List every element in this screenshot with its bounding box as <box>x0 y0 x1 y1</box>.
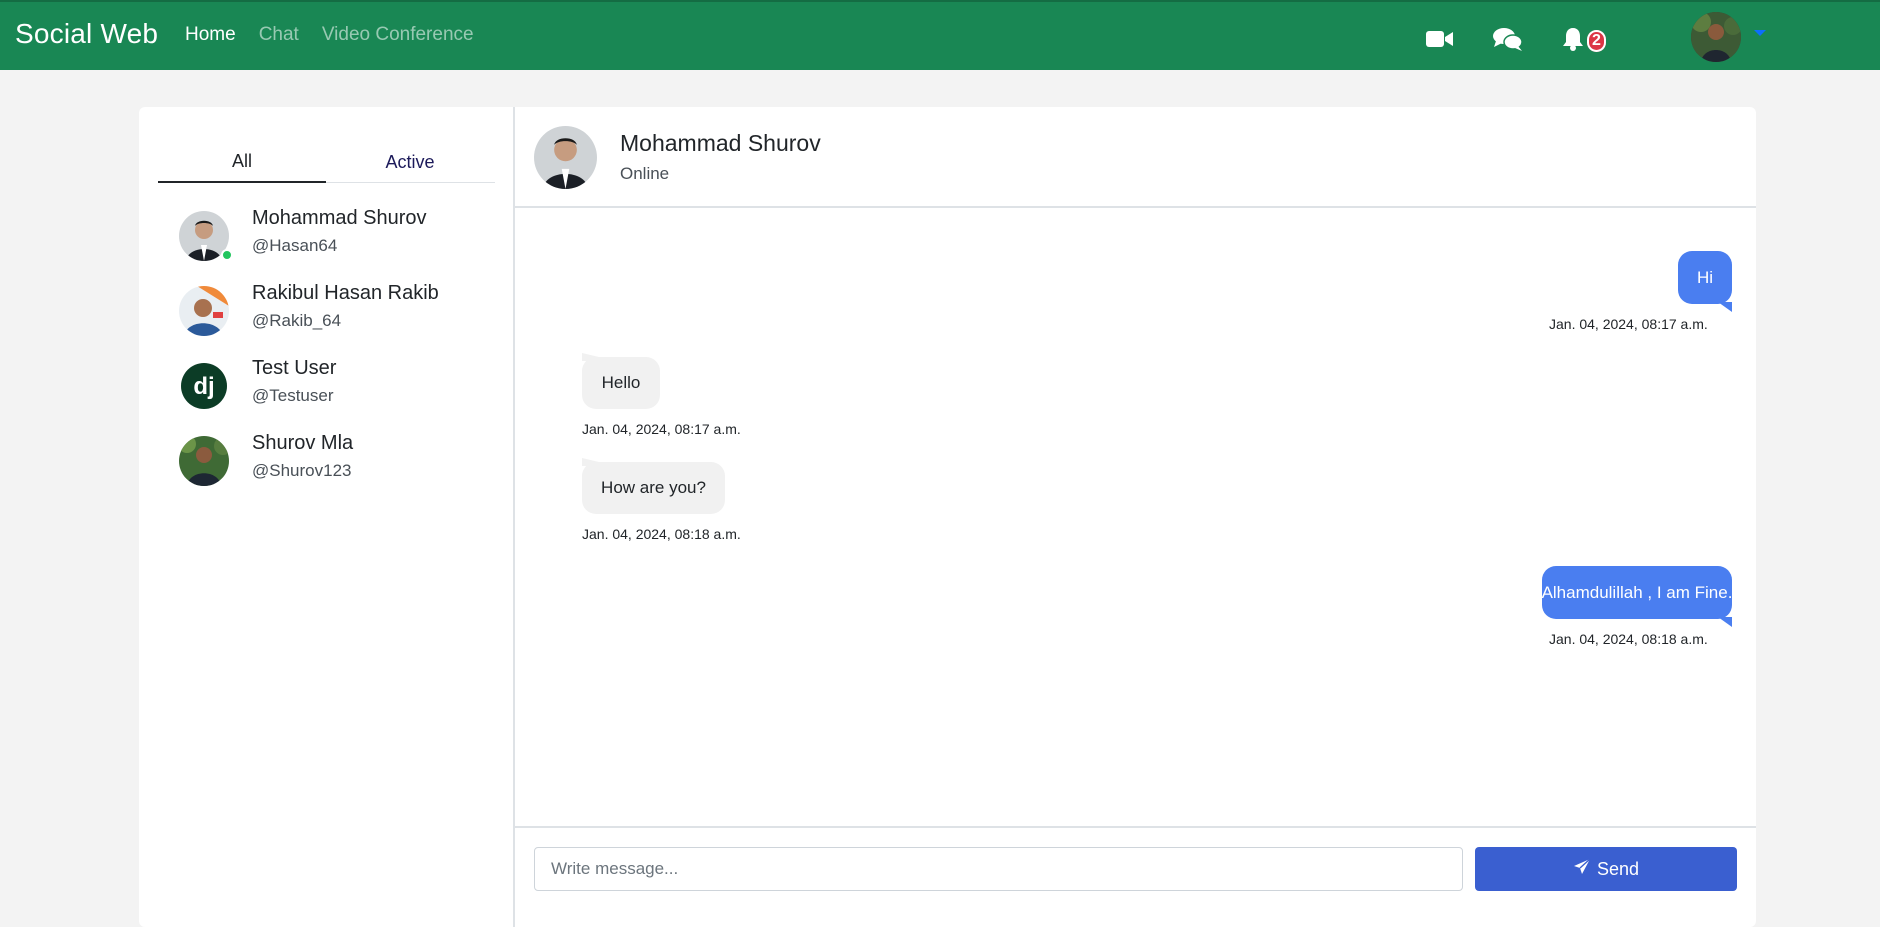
contact-item[interactable]: Shurov Mla @Shurov123 <box>179 431 499 491</box>
send-button-label: Send <box>1596 858 1640 879</box>
tab-active[interactable]: Active <box>326 141 494 183</box>
svg-text:dj: dj <box>193 373 214 400</box>
contact-name: Shurov Mla <box>252 432 354 454</box>
paper-plane-icon <box>1573 857 1591 881</box>
contact-name: Mohammad Shurov <box>252 207 427 229</box>
message-bubble-incoming: How are you? <box>582 458 725 514</box>
contact-tabs: All Active <box>158 141 495 183</box>
message-timestamp: Jan. 04, 2024, 08:18 a.m. <box>1549 631 1708 647</box>
message-timestamp: Jan. 04, 2024, 08:18 a.m. <box>582 526 741 542</box>
contact-name: Rakibul Hasan Rakib <box>252 282 439 304</box>
send-button[interactable]: Send <box>1475 847 1737 891</box>
nav-link-video-conference[interactable]: Video Conference <box>322 24 474 46</box>
chat-partner-status: Online <box>620 164 670 183</box>
message-bubble-outgoing: Alhamdulillah , I am Fine. <box>1542 566 1732 627</box>
chat-partner-name: Mohammad Shurov <box>620 130 821 156</box>
contact-handle: @Testuser <box>252 386 334 405</box>
contact-item[interactable]: Rakibul Hasan Rakib @Rakib_64 <box>179 281 499 341</box>
avatar <box>179 286 229 336</box>
contact-name: Test User <box>252 357 337 379</box>
avatar <box>179 436 229 486</box>
message-bubble-outgoing: Hi <box>1678 251 1732 312</box>
user-avatar[interactable] <box>1691 12 1741 62</box>
nav-link-chat[interactable]: Chat <box>259 24 299 46</box>
message-input[interactable] <box>534 847 1463 891</box>
chat-header: Mohammad Shurov Online <box>515 107 1756 208</box>
message-bubble-incoming: Hello <box>582 353 660 409</box>
django-avatar: dj <box>179 361 229 411</box>
top-navbar: Social Web Home Chat Video Conference 2 <box>0 0 1880 70</box>
tab-all[interactable]: All <box>158 141 326 183</box>
contact-handle: @Hasan64 <box>252 236 338 255</box>
chat-panel: All Active Mohammad Shurov @Hasan64 Raki… <box>139 107 1756 927</box>
message-composer: Send <box>515 826 1756 927</box>
chat-area: Mohammad Shurov Online Hi Jan. 04, 2024,… <box>515 107 1756 927</box>
nav-links: Home Chat Video Conference <box>185 24 474 46</box>
brand-logo[interactable]: Social Web <box>15 18 158 50</box>
bell-icon[interactable] <box>1560 26 1586 52</box>
contact-item[interactable]: Mohammad Shurov @Hasan64 <box>179 206 499 266</box>
message-timestamp: Jan. 04, 2024, 08:17 a.m. <box>1549 316 1708 332</box>
contact-item[interactable]: dj Test User @Testuser <box>179 356 499 416</box>
avatar <box>534 126 597 189</box>
message-timestamp: Jan. 04, 2024, 08:17 a.m. <box>582 421 741 437</box>
chat-bubbles-icon[interactable] <box>1493 26 1523 52</box>
contact-handle: @Rakib_64 <box>252 311 342 330</box>
notification-badge: 2 <box>1587 30 1606 52</box>
nav-link-home[interactable]: Home <box>185 24 236 46</box>
video-camera-icon[interactable] <box>1425 26 1455 52</box>
contact-handle: @Shurov123 <box>252 461 352 480</box>
online-status-dot <box>221 249 233 261</box>
chevron-down-icon[interactable] <box>1754 30 1766 36</box>
contacts-sidebar: All Active Mohammad Shurov @Hasan64 Raki… <box>139 107 515 927</box>
